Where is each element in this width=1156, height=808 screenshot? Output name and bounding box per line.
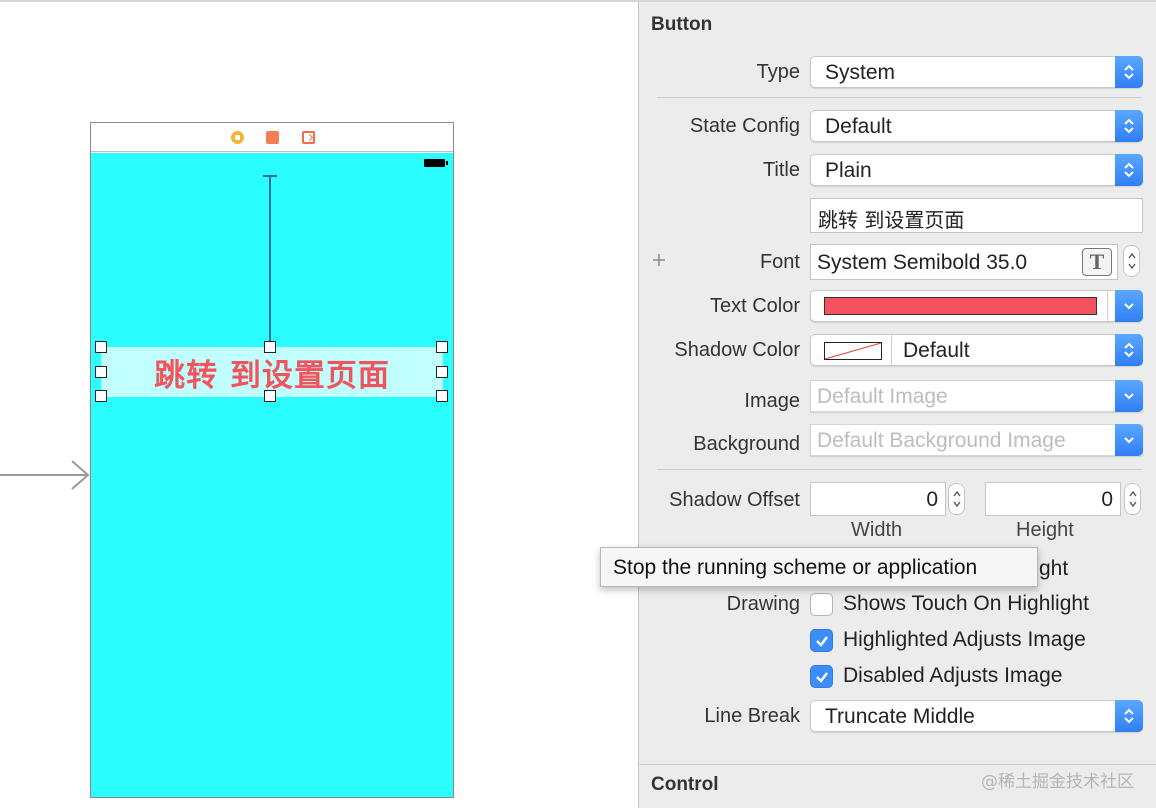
line-break-label: Line Break xyxy=(704,705,800,727)
title-popup[interactable]: Plain xyxy=(810,154,1143,186)
popup-divider xyxy=(1107,291,1108,321)
background-label: Background xyxy=(693,433,800,455)
state-config-value: Default xyxy=(825,115,892,138)
shadow-offset-label: Shadow Offset xyxy=(669,489,800,511)
watermark: @稀土掘金技术社区 xyxy=(981,772,1134,792)
resize-handle-middle-left[interactable] xyxy=(95,366,107,378)
image-placeholder: Default Image xyxy=(817,385,948,408)
font-picker-icon[interactable]: T xyxy=(1082,248,1112,276)
plus-icon[interactable] xyxy=(652,253,666,267)
chevron-updown-icon[interactable] xyxy=(1115,154,1143,186)
top-space-constraint[interactable] xyxy=(269,175,271,347)
image-label: Image xyxy=(744,390,800,412)
text-color-swatch xyxy=(824,297,1097,315)
image-combo[interactable]: Default Image xyxy=(810,380,1143,412)
background-combo[interactable]: Default Background Image xyxy=(810,424,1143,456)
chevron-updown-icon[interactable] xyxy=(1115,110,1143,142)
chevron-down-icon[interactable] xyxy=(1115,290,1143,322)
tooltip: Stop the running scheme or application xyxy=(600,547,1038,587)
checkmark-icon xyxy=(816,636,828,647)
text-color-label: Text Color xyxy=(709,295,800,317)
disabled-adjusts-label[interactable]: Disabled Adjusts Image xyxy=(843,664,1062,688)
state-config-popup[interactable]: Default xyxy=(810,110,1143,142)
resize-handle-top-left[interactable] xyxy=(95,341,107,353)
shadow-offset-width-value: 0 xyxy=(926,488,938,511)
section-title-control: Control xyxy=(651,774,719,795)
height-caption: Height xyxy=(1016,519,1074,541)
resize-handle-top-right[interactable] xyxy=(436,341,448,353)
resize-handle-bottom-center[interactable] xyxy=(264,390,276,402)
tooltip-text: Stop the running scheme or application xyxy=(613,556,978,579)
width-caption: Width xyxy=(851,519,903,541)
text-color-popup[interactable] xyxy=(810,290,1143,322)
empty-color-swatch xyxy=(824,342,882,360)
shadow-offset-height-field[interactable]: 0 xyxy=(985,482,1121,516)
font-field[interactable]: System Semibold 35.0 T xyxy=(810,244,1118,280)
resize-handle-bottom-right[interactable] xyxy=(436,390,448,402)
shadow-color-value: Default xyxy=(903,339,970,362)
separator xyxy=(657,469,1142,470)
font-label: Font xyxy=(759,251,800,273)
shadow-offset-width-field[interactable]: 0 xyxy=(810,482,946,516)
resize-handle-top-center[interactable] xyxy=(264,341,276,353)
checkmark-icon xyxy=(816,672,828,683)
chevron-updown-icon[interactable] xyxy=(1115,700,1143,732)
first-responder-icon[interactable] xyxy=(266,131,279,144)
root-view[interactable]: 跳转 到设置页面 xyxy=(91,153,453,797)
chevron-updown-icon[interactable] xyxy=(1115,334,1143,366)
state-config-label: State Config xyxy=(689,115,800,137)
title-label: Title xyxy=(762,159,800,181)
drawing-label: Drawing xyxy=(726,593,800,615)
shadow-offset-width-stepper[interactable] xyxy=(948,483,965,515)
highlighted-adjusts-checkbox[interactable] xyxy=(810,629,833,652)
type-label: Type xyxy=(756,61,800,83)
font-value: System Semibold 35.0 xyxy=(817,251,1028,274)
chevron-down-icon[interactable] xyxy=(1115,424,1143,456)
chevron-down-icon[interactable] xyxy=(1115,380,1143,412)
line-break-value: Truncate Middle xyxy=(825,705,975,728)
type-popup[interactable]: System xyxy=(810,56,1143,88)
view-controller-icon[interactable] xyxy=(231,131,244,144)
chevron-updown-icon[interactable] xyxy=(1115,56,1143,88)
separator xyxy=(657,97,1142,98)
xcode-window: 跳转 到设置页面 Button Type System State Config… xyxy=(0,0,1156,808)
battery-icon xyxy=(424,159,448,167)
resize-handle-middle-right[interactable] xyxy=(436,366,448,378)
view-controller-scene[interactable]: 跳转 到设置页面 xyxy=(90,122,454,798)
section-title-button: Button xyxy=(651,14,713,35)
attributes-inspector: Button Type System State Config Default … xyxy=(638,0,1156,808)
shows-touch-label[interactable]: Shows Touch On Highlight xyxy=(843,592,1089,616)
resize-handle-bottom-left[interactable] xyxy=(95,390,107,402)
title-text-value: 跳转 到设置页面 xyxy=(818,208,965,232)
font-size-stepper[interactable] xyxy=(1123,245,1140,277)
shadow-color-label: Shadow Color xyxy=(674,339,800,361)
background-placeholder: Default Background Image xyxy=(817,429,1066,452)
initial-view-controller-arrow xyxy=(0,460,90,490)
highlighted-adjusts-label[interactable]: Highlighted Adjusts Image xyxy=(843,628,1086,652)
shadow-offset-height-stepper[interactable] xyxy=(1124,483,1141,515)
scene-dock xyxy=(91,123,453,152)
type-value: System xyxy=(825,61,896,84)
disabled-adjusts-checkbox[interactable] xyxy=(810,665,833,688)
storyboard-canvas[interactable]: 跳转 到设置页面 xyxy=(0,0,638,808)
exit-icon[interactable] xyxy=(302,131,315,144)
shadow-color-popup[interactable]: Default xyxy=(810,334,1143,366)
title-text-field[interactable]: 跳转 到设置页面 xyxy=(810,198,1143,233)
shows-touch-checkbox[interactable] xyxy=(810,593,833,616)
reverses-on-highlight-label-partial: ght xyxy=(1039,557,1069,580)
shadow-offset-height-value: 0 xyxy=(1101,488,1113,511)
popup-divider xyxy=(891,335,892,365)
title-value: Plain xyxy=(825,159,872,182)
button-title: 跳转 到设置页面 xyxy=(154,357,390,394)
line-break-popup[interactable]: Truncate Middle xyxy=(810,700,1143,732)
